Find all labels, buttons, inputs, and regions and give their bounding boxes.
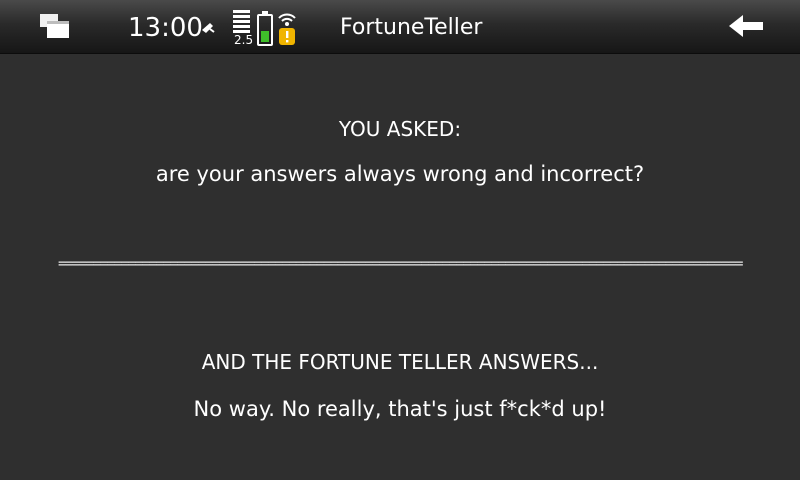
alarm-icon	[202, 23, 215, 33]
clock: 13:00	[128, 13, 203, 43]
status-bar: 13:00 2.5 FortuneTeller	[0, 0, 800, 54]
back-arrow-icon	[729, 15, 763, 37]
task-switcher-icon[interactable]	[38, 12, 72, 40]
battery-icon	[257, 11, 273, 46]
asked-heading: YOU ASKED:	[338, 117, 462, 141]
answers-heading: AND THE FORTUNE TELLER ANSWERS...	[201, 350, 599, 374]
question-text: are your answers always wrong and incorr…	[155, 162, 645, 186]
battery-level-fill	[261, 31, 269, 42]
app-title: FortuneTeller	[340, 15, 483, 40]
separator-line: ========================================…	[58, 256, 743, 272]
network-type-label: 2.5	[234, 33, 254, 47]
fortune-teller-screen: 13:00 2.5 FortuneTeller YOU ASKED: are y…	[0, 0, 800, 480]
back-button[interactable]	[722, 8, 770, 44]
wifi-warning-icon	[278, 13, 296, 45]
answer-text: No way. No really, that's just f*ck*d up…	[193, 397, 607, 421]
